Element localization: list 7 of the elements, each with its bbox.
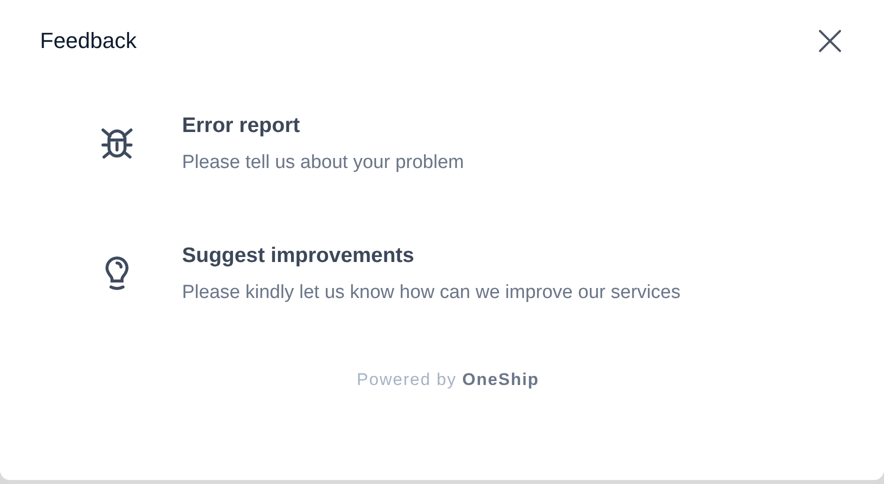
close-icon[interactable] [818, 29, 842, 53]
option-description: Please tell us about your problem [182, 152, 464, 174]
option-description: Please kindly let us know how can we improve our services [182, 282, 680, 304]
powered-by-text: Powered by OneShip [356, 370, 540, 390]
option-title[interactable]: Suggest improvements [182, 244, 680, 268]
option-title[interactable]: Error report [182, 114, 464, 138]
dialog-title: Feedback [40, 28, 137, 54]
